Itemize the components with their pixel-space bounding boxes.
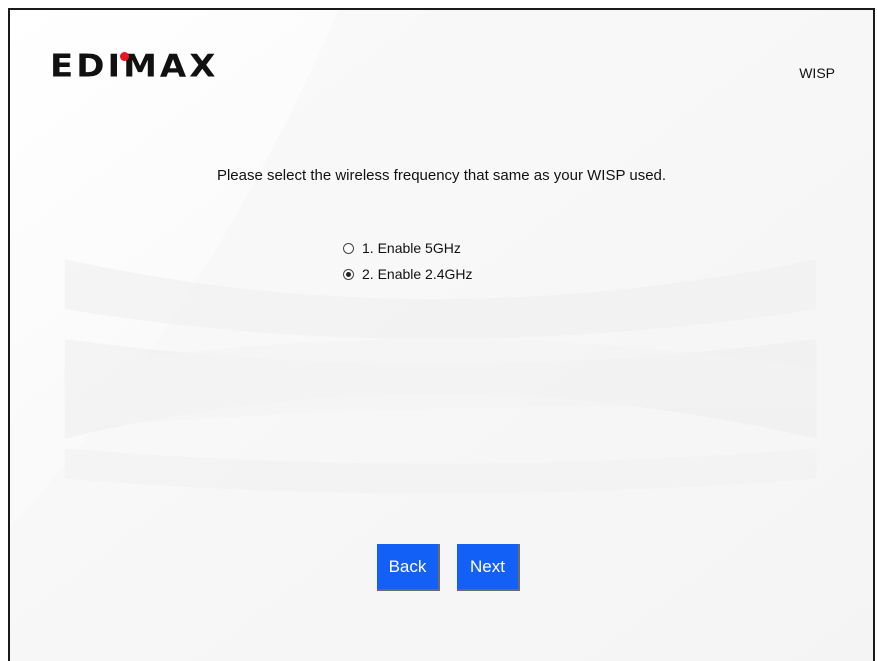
logo-text: EDIMAX <box>50 48 219 85</box>
option-enable-5ghz[interactable]: 1. Enable 5GHz <box>343 235 473 261</box>
frequency-radio-group: 1. Enable 5GHz 2. Enable 2.4GHz <box>343 235 473 287</box>
instruction-text: Please select the wireless frequency tha… <box>216 167 667 184</box>
navigation-buttons: Back Next <box>377 544 520 591</box>
mode-label: WISP <box>799 65 835 81</box>
radio-button-5ghz[interactable] <box>343 242 354 254</box>
edimax-logo: EDIMAX <box>50 48 218 88</box>
back-button[interactable]: Back <box>377 544 440 591</box>
logo-dot <box>120 52 129 61</box>
option-label-24ghz: 2. Enable 2.4GHz <box>362 266 473 282</box>
setup-wizard-frame: EDIMAX WISP Please select the wireless f… <box>8 8 875 661</box>
radio-button-24ghz[interactable] <box>343 268 354 280</box>
option-enable-24ghz[interactable]: 2. Enable 2.4GHz <box>343 261 473 287</box>
next-button[interactable]: Next <box>457 544 520 591</box>
option-label-5ghz: 1. Enable 5GHz <box>362 240 461 256</box>
